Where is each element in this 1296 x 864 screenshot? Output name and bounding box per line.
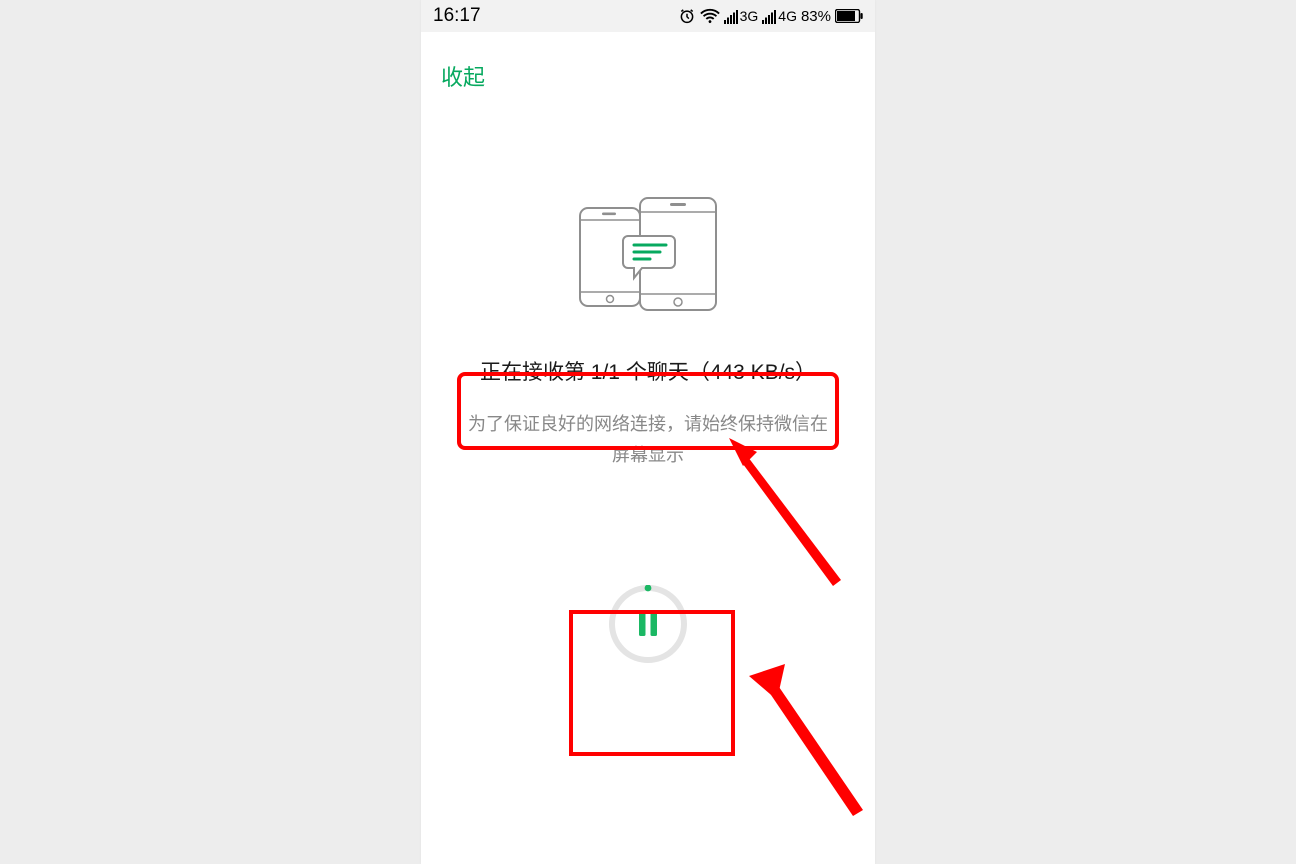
chat-migration-illustration (421, 194, 875, 314)
annotation-arrow-2 (741, 650, 881, 820)
battery-percent: 83% (801, 8, 831, 25)
phone-screen: 16:17 (421, 0, 875, 864)
pause-button[interactable] (609, 585, 687, 663)
battery-icon (835, 9, 863, 23)
wifi-icon (700, 8, 720, 24)
pause-icon (609, 585, 687, 663)
status-indicators: 3G 4G 83% (678, 7, 863, 25)
hint-text: 为了保证良好的网络连接，请始终保持微信在屏幕显示 (461, 409, 835, 470)
status-bar: 16:17 (421, 0, 875, 32)
collapse-button[interactable]: 收起 (421, 32, 505, 102)
status-time: 16:17 (433, 5, 481, 27)
signal-3g-icon: 3G (724, 8, 759, 24)
alarm-icon (678, 7, 696, 25)
transfer-progress-text: 正在接收第 1/1 个聊天（443 KB/s） (421, 354, 875, 391)
signal-4g-icon: 4G (762, 8, 797, 24)
